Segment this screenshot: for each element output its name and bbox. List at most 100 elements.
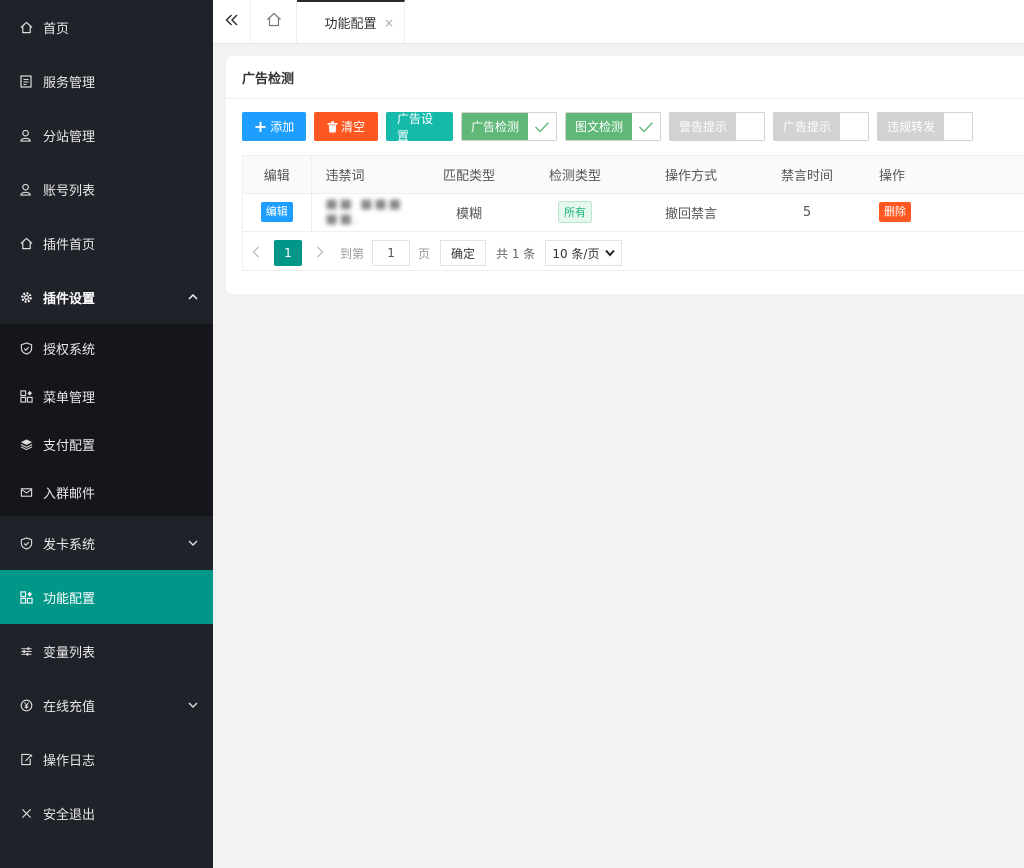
collapse-sidebar-button[interactable]: [213, 0, 251, 43]
col-mute-time: 禁言时间: [749, 156, 865, 194]
cell-operation: 删除: [865, 193, 1024, 232]
ad-tip-switch[interactable]: 广告提示: [773, 112, 870, 141]
user-icon: [19, 128, 33, 142]
sidebar-item-home[interactable]: 首页: [0, 0, 213, 54]
switch-box: [840, 113, 869, 140]
tab-feature-config[interactable]: 功能配置 ×: [297, 0, 405, 43]
sidebar-item-logs[interactable]: 操作日志: [0, 732, 213, 786]
sidebar-item-label: 服务管理: [43, 75, 96, 91]
yen-icon: [19, 698, 33, 712]
switch-label: 违规转发: [878, 113, 945, 140]
warning-tip-switch[interactable]: 警告提示: [669, 112, 766, 141]
col-edit: 编辑: [243, 156, 312, 194]
switch-box: [944, 113, 973, 140]
tab-label: 功能配置: [324, 17, 377, 32]
sidebar-item-label: 安全退出: [43, 807, 96, 823]
home-tab-button[interactable]: [251, 0, 297, 43]
sliders-icon: [19, 644, 33, 658]
sidebar-item-recharge[interactable]: 在线充值: [0, 678, 213, 732]
user-icon: [19, 182, 33, 196]
clear-button[interactable]: 清空: [314, 112, 378, 141]
sidebar-item-menu-manage[interactable]: 菜单管理: [0, 372, 213, 420]
sidebar-item-substation[interactable]: 分站管理: [0, 108, 213, 162]
sidebar-item-label: 账号列表: [43, 183, 96, 199]
ad-detection-switch[interactable]: 广告检测: [461, 112, 558, 141]
table-row: 编辑 ■■ ■■■ ■■. 模糊 所有 撤回禁言 5 删除: [243, 193, 1024, 232]
sidebar-item-label: 支付配置: [43, 438, 96, 454]
sidebar-item-plugin-settings[interactable]: 插件设置: [0, 270, 213, 324]
table-header-row: 编辑 违禁词 匹配类型 检测类型 操作方式 禁言时间 操作: [243, 156, 1024, 194]
sidebar-item-card-system[interactable]: 发卡系统: [0, 516, 213, 570]
pagination: 1 到第 1 页 确定 共 1 条 10 条/页: [244, 238, 623, 268]
sidebar-item-accounts[interactable]: 账号列表: [0, 162, 213, 216]
tab-bar: 功能配置 ×: [213, 0, 1024, 44]
sidebar-item-payment[interactable]: 支付配置: [0, 420, 213, 468]
sidebar-item-group-mail[interactable]: 入群邮件: [0, 468, 213, 516]
per-page-value: 10 条/页: [552, 246, 600, 261]
home-icon: [266, 12, 282, 31]
switch-box: [736, 113, 765, 140]
sidebar-item-service[interactable]: 服务管理: [0, 54, 213, 108]
ad-settings-button[interactable]: 广告设置: [386, 112, 453, 143]
prev-page-icon[interactable]: [244, 246, 268, 261]
close-icon[interactable]: ×: [384, 16, 394, 30]
sidebar-item-variables[interactable]: 变量列表: [0, 624, 213, 678]
col-word: 违禁词: [311, 156, 421, 194]
sidebar-item-label: 功能配置: [43, 591, 96, 607]
mail-icon: [19, 485, 33, 499]
cell-match: 模糊: [421, 193, 517, 232]
home-icon: [19, 236, 33, 250]
violation-forward-switch[interactable]: 违规转发: [877, 112, 974, 141]
sidebar-item-label: 操作日志: [43, 753, 96, 769]
plugin-settings-submenu: 授权系统 菜单管理 支付配置 入群邮件: [0, 324, 213, 516]
sidebar-item-label: 入群邮件: [43, 486, 96, 502]
per-page-select[interactable]: 10 条/页: [545, 240, 623, 266]
chevron-down-icon: [605, 249, 616, 257]
image-text-detection-switch[interactable]: 图文检测: [565, 112, 662, 141]
add-button[interactable]: + 添加: [242, 112, 306, 141]
col-match-type: 匹配类型: [421, 156, 517, 194]
sidebar-item-label: 分站管理: [43, 129, 96, 145]
edit-icon: [19, 752, 33, 766]
total-count: 共 1 条: [496, 246, 536, 261]
cell-detect: 所有: [517, 193, 633, 232]
goto-page-input[interactable]: 1: [372, 240, 411, 266]
add-label: 添加: [270, 120, 295, 134]
sidebar-item-auth[interactable]: 授权系统: [0, 324, 213, 372]
cell-mute: 5: [749, 193, 865, 232]
chevron-down-icon: [187, 699, 199, 711]
shield-icon: [19, 536, 33, 550]
list-icon: [19, 74, 33, 88]
delete-button[interactable]: 删除: [879, 202, 911, 222]
blurred-word: ■■ ■■■ ■■.: [325, 197, 404, 227]
switch-label: 广告提示: [774, 113, 841, 140]
col-operation: 操作: [865, 156, 1024, 194]
check-icon: [528, 113, 557, 140]
sidebar-item-logout[interactable]: 安全退出: [0, 786, 213, 840]
sidebar-item-label: 插件设置: [43, 291, 96, 307]
double-chevron-left-icon: [224, 13, 240, 31]
confirm-button[interactable]: 确定: [440, 240, 487, 266]
detect-type-badge: 所有: [558, 201, 592, 223]
card-title: 广告检测: [226, 56, 1024, 99]
grid-icon: [19, 389, 33, 403]
sidebar-item-label: 发卡系统: [43, 537, 96, 553]
sidebar-item-label: 首页: [43, 21, 70, 37]
close-icon: [19, 806, 33, 820]
sidebar-item-feature-config[interactable]: 功能配置: [0, 570, 213, 624]
cell-action: 撤回禁言: [633, 193, 749, 232]
toolbar: + 添加 清空 广告设置 广告检测 图文检测 警告提示 广告提示 违规转发: [242, 112, 981, 143]
current-page[interactable]: 1: [274, 240, 302, 266]
edit-button[interactable]: 编辑: [260, 202, 293, 222]
plus-icon: +: [253, 117, 268, 136]
chevron-down-icon: [187, 537, 199, 549]
grid-icon: [19, 590, 33, 604]
sidebar-item-plugin-home[interactable]: 插件首页: [0, 216, 213, 270]
chevron-up-icon: [187, 291, 199, 303]
layers-icon: [19, 437, 33, 451]
col-action: 操作方式: [633, 156, 749, 194]
sidebar-item-label: 菜单管理: [43, 390, 96, 406]
shield-icon: [19, 341, 33, 355]
next-page-icon[interactable]: [308, 246, 332, 261]
home-icon: [19, 20, 33, 34]
